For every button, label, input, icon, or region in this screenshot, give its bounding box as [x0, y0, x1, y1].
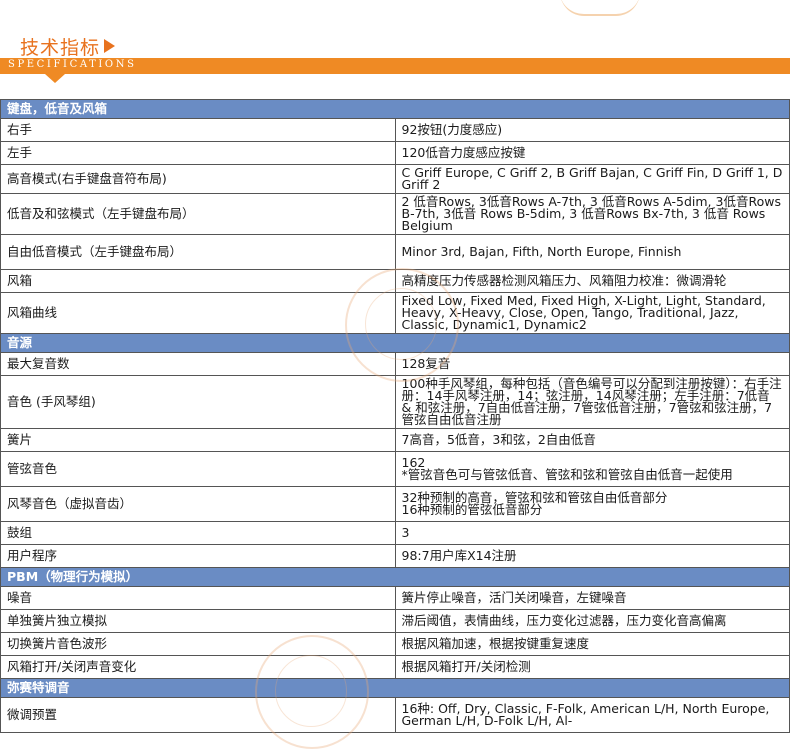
- row-value: 7高音，5低音，3和弦，2自由低音: [394, 428, 790, 452]
- section-header: 键盘，低音及风箱: [0, 99, 790, 119]
- section-title: 弥赛特调音: [0, 678, 790, 698]
- row-value: C Griff Europe, C Griff 2, B Griff Bajan…: [394, 164, 790, 194]
- row-label: 低音及和弦模式（左手键盘布局）: [0, 193, 396, 235]
- row-label: 右手: [0, 118, 396, 142]
- section-title: PBM（物理行为模拟）: [0, 567, 790, 587]
- section-title: 音源: [0, 333, 790, 353]
- row-value: 滞后阈值，表情曲线，压力变化过滤器，压力变化音高偏离: [394, 609, 790, 633]
- row-value: 100种手风琴组，每种包括（音色编号可以分配到注册按键）：右手注册：14手风琴注…: [394, 375, 790, 429]
- table-row: 单独簧片独立模拟 滞后阈值，表情曲线，压力变化过滤器，压力变化音高偏离: [0, 609, 790, 633]
- row-label: 风琴音色（虚拟音齿）: [0, 486, 396, 522]
- section-header: 音源: [0, 333, 790, 353]
- table-row: 高音模式(右手键盘音符布局) C Griff Europe, C Griff 2,…: [0, 164, 790, 194]
- section-title: 键盘，低音及风箱: [0, 99, 790, 119]
- row-value: 2 低音Rows, 3低音Rows A-7th, 3 低音Rows A-5dim…: [394, 193, 790, 235]
- row-value: 根据风箱打开/关闭检测: [394, 655, 790, 679]
- table-row: 风箱打开/关闭声音变化 根据风箱打开/关闭检测: [0, 655, 790, 679]
- row-label: 管弦音色: [0, 451, 396, 487]
- table-row: 切换簧片音色波形 根据风箱加速，根据按键重复速度: [0, 632, 790, 656]
- row-value: 根据风箱加速，根据按键重复速度: [394, 632, 790, 656]
- page-title: 技术指标: [20, 33, 116, 60]
- bar-notch: [45, 74, 65, 83]
- arrow-right-icon: [104, 39, 116, 53]
- spec-table: 键盘，低音及风箱 右手 92按钮(力度感应) 左手 120低音力度感应按键 高音模式…: [0, 99, 790, 733]
- row-value: Minor 3rd, Bajan, Fifth, North Europe, F…: [394, 234, 790, 270]
- row-value: 92按钮(力度感应): [394, 118, 790, 142]
- row-label: 自由低音模式（左手键盘布局）: [0, 234, 396, 270]
- row-label: 切换簧片音色波形: [0, 632, 396, 656]
- table-row: 管弦音色 162 *管弦音色可与管弦低音、管弦和弦和管弦自由低音一起使用: [0, 451, 790, 487]
- row-label: 噪音: [0, 586, 396, 610]
- row-value: 高精度压力传感器检测风箱压力、风箱阻力校准：微调滑轮: [394, 269, 790, 293]
- row-label: 高音模式(右手键盘音符布局): [0, 164, 396, 194]
- row-value: Fixed Low, Fixed Med, Fixed High, X-Ligh…: [394, 292, 790, 334]
- table-row: 微调预置 16种: Off, Dry, Classic, F-Folk, Amer…: [0, 697, 790, 733]
- row-label: 左手: [0, 141, 396, 165]
- row-value: 128复音: [394, 352, 790, 376]
- table-row: 右手 92按钮(力度感应): [0, 118, 790, 142]
- table-row: 左手 120低音力度感应按键: [0, 141, 790, 165]
- table-row: 用户程序 98:7用户库X14注册: [0, 544, 790, 568]
- header: 技术指标 SPECIFICATIONS: [0, 0, 790, 98]
- row-value: 16种: Off, Dry, Classic, F-Folk, American…: [394, 697, 790, 733]
- table-row: 噪音 簧片停止噪音，活门关闭噪音，左键噪音: [0, 586, 790, 610]
- table-row: 簧片 7高音，5低音，3和弦，2自由低音: [0, 428, 790, 452]
- row-label: 微调预置: [0, 697, 396, 733]
- row-value: 3: [394, 521, 790, 545]
- title-bar: SPECIFICATIONS: [0, 58, 790, 74]
- row-value: 32种预制的高音，管弦和弦和管弦自由低音部分 16种预制的管弦低音部分: [394, 486, 790, 522]
- section-header: 弥赛特调音: [0, 678, 790, 698]
- section-header: PBM（物理行为模拟）: [0, 567, 790, 587]
- row-label: 音色 (手风琴组): [0, 375, 396, 429]
- row-value: 162 *管弦音色可与管弦低音、管弦和弦和管弦自由低音一起使用: [394, 451, 790, 487]
- page-subtitle: SPECIFICATIONS: [8, 59, 137, 70]
- table-row: 风琴音色（虚拟音齿） 32种预制的高音，管弦和弦和管弦自由低音部分 16种预制的管…: [0, 486, 790, 522]
- table-row: 最大复音数 128复音: [0, 352, 790, 376]
- page-title-text: 技术指标: [20, 37, 101, 59]
- row-label: 鼓组: [0, 521, 396, 545]
- row-value: 簧片停止噪音，活门关闭噪音，左键噪音: [394, 586, 790, 610]
- table-row: 鼓组 3: [0, 521, 790, 545]
- row-label: 簧片: [0, 428, 396, 452]
- row-value: 98:7用户库X14注册: [394, 544, 790, 568]
- table-row: 音色 (手风琴组) 100种手风琴组，每种包括（音色编号可以分配到注册按键）：右手…: [0, 375, 790, 429]
- row-value: 120低音力度感应按键: [394, 141, 790, 165]
- row-label: 风箱: [0, 269, 396, 293]
- row-label: 最大复音数: [0, 352, 396, 376]
- decorative-arc: [560, 0, 640, 16]
- table-row: 风箱曲线 Fixed Low, Fixed Med, Fixed High, X-…: [0, 292, 790, 334]
- row-label: 用户程序: [0, 544, 396, 568]
- table-row: 自由低音模式（左手键盘布局） Minor 3rd, Bajan, Fifth, N…: [0, 234, 790, 270]
- row-label: 风箱曲线: [0, 292, 396, 334]
- table-row: 风箱 高精度压力传感器检测风箱压力、风箱阻力校准：微调滑轮: [0, 269, 790, 293]
- row-label: 风箱打开/关闭声音变化: [0, 655, 396, 679]
- table-row: 低音及和弦模式（左手键盘布局） 2 低音Rows, 3低音Rows A-7th, …: [0, 193, 790, 235]
- row-label: 单独簧片独立模拟: [0, 609, 396, 633]
